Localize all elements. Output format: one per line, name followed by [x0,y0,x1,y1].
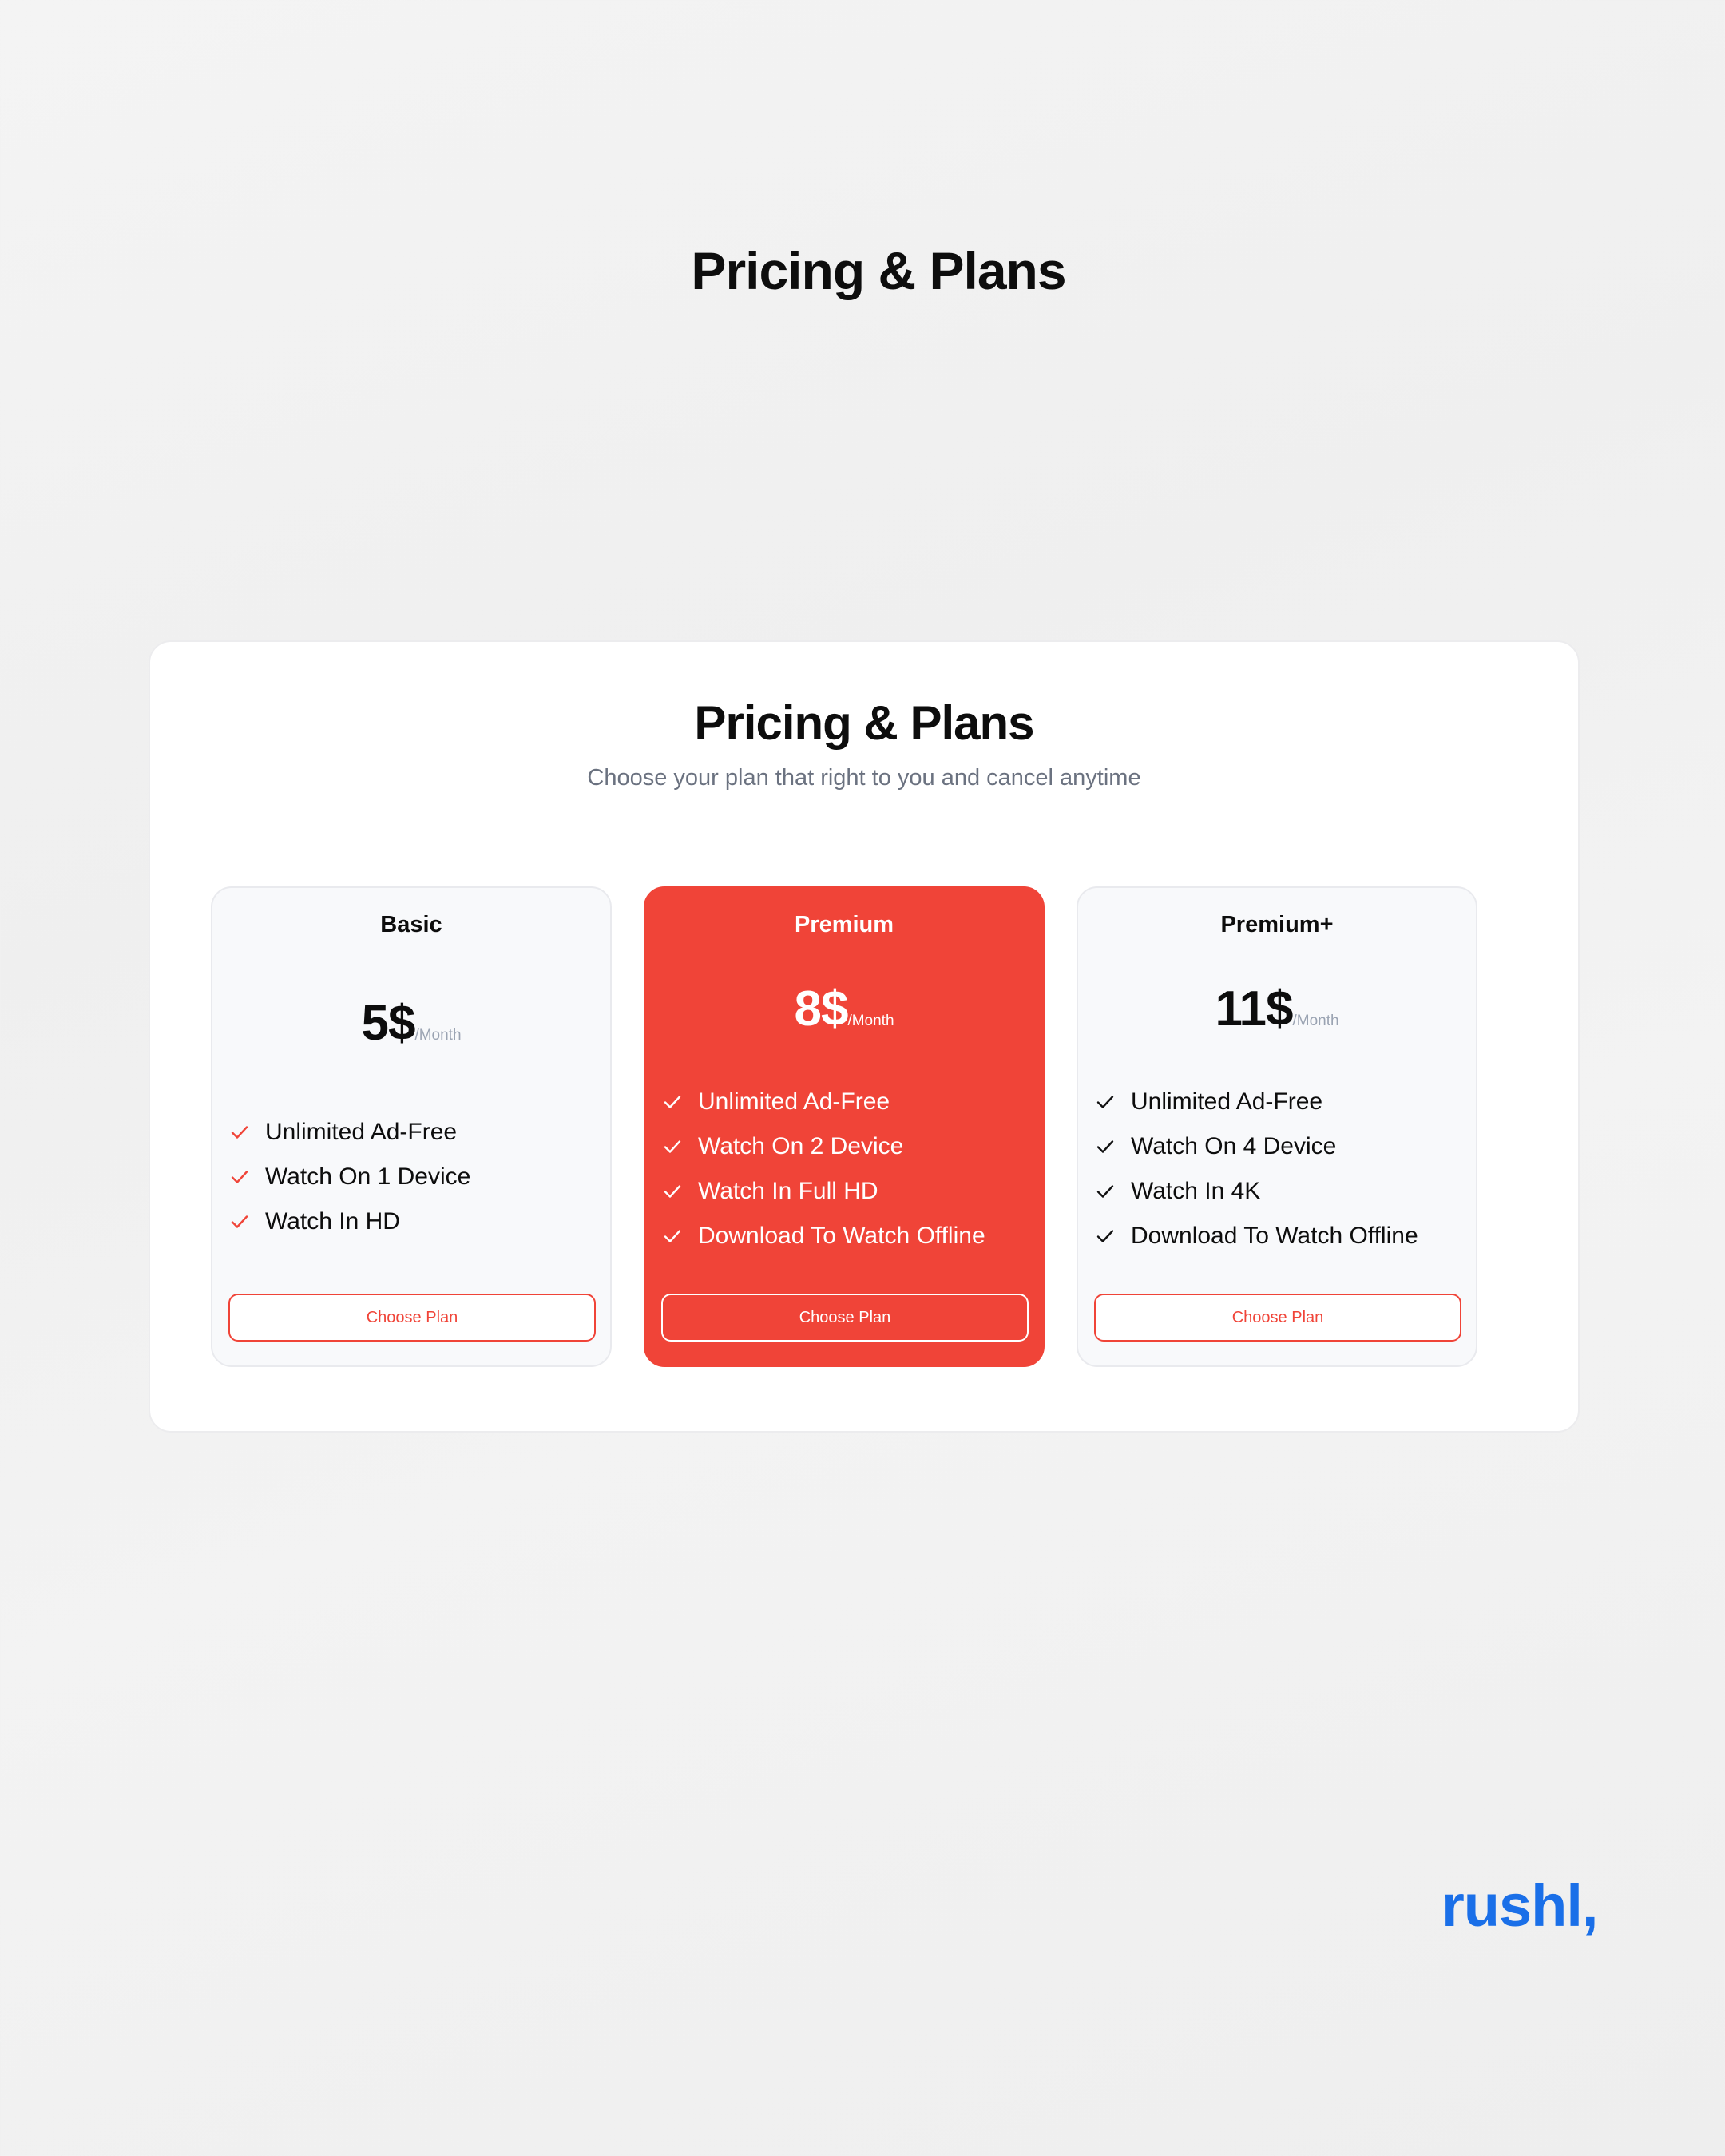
page-title: Pricing & Plans [691,241,1066,300]
feature-item: Watch On 4 Device [1096,1124,1418,1169]
price-period: /Month [1292,1013,1339,1029]
feature-list: Unlimited Ad-Free Watch On 2 Device Watc… [663,1080,985,1258]
feature-label: Unlimited Ad-Free [698,1088,890,1115]
feature-label: Unlimited Ad-Free [1131,1088,1323,1115]
feature-item: Unlimited Ad-Free [1096,1080,1418,1124]
plan-name: Basic [380,912,442,937]
price-period: /Month [847,1013,894,1029]
plan-card-premium: Premium 8$/Month Unlimited Ad-Free Watch… [644,886,1045,1367]
plan-price: 8$/Month [645,981,1043,1037]
feature-item: Watch On 1 Device [230,1155,470,1199]
feature-label: Download To Watch Offline [698,1223,985,1249]
choose-plan-button-basic[interactable]: Choose Plan [228,1294,596,1342]
check-icon [1096,1227,1115,1246]
feature-item: Watch In Full HD [663,1169,985,1214]
feature-item: Download To Watch Offline [663,1214,985,1258]
feature-label: Download To Watch Offline [1131,1223,1418,1249]
check-icon [230,1167,249,1187]
feature-label: Watch In HD [265,1208,400,1235]
panel-subtitle: Choose your plan that right to you and c… [587,765,1141,791]
check-icon [1096,1092,1115,1112]
feature-label: Watch In 4K [1131,1178,1261,1204]
plan-name: Premium [794,912,894,937]
check-icon [230,1212,249,1231]
feature-list: Unlimited Ad-Free Watch On 1 Device Watc… [230,1110,470,1244]
feature-label: Watch On 4 Device [1131,1133,1337,1159]
price-period: /Month [414,1027,462,1044]
feature-item: Download To Watch Offline [1096,1214,1418,1258]
check-icon [663,1182,682,1201]
check-icon [1096,1137,1115,1156]
pricing-panel: Pricing & Plans Choose your plan that ri… [149,640,1580,1433]
plan-card-premium-plus: Premium+ 11$/Month Unlimited Ad-Free Wat… [1077,886,1477,1367]
choose-plan-button-premium[interactable]: Choose Plan [661,1294,1029,1342]
check-icon [663,1227,682,1246]
price-amount: 11$ [1215,981,1293,1036]
plan-card-basic: Basic 5$/Month Unlimited Ad-Free Watch O… [211,886,612,1367]
feature-item: Watch On 2 Device [663,1124,985,1169]
feature-item: Unlimited Ad-Free [230,1110,470,1155]
plan-price: 11$/Month [1078,981,1476,1037]
panel-title: Pricing & Plans [694,696,1034,750]
check-icon [663,1092,682,1112]
check-icon [1096,1182,1115,1201]
brand-logo: rushl, [1441,1873,1598,1939]
feature-label: Watch On 2 Device [698,1133,904,1159]
feature-item: Watch In HD [230,1199,470,1244]
feature-label: Watch On 1 Device [265,1163,471,1190]
check-icon [663,1137,682,1156]
plan-price: 5$/Month [212,995,610,1052]
check-icon [230,1123,249,1142]
feature-label: Unlimited Ad-Free [265,1119,458,1145]
plan-name: Premium+ [1220,912,1334,937]
choose-plan-button-premium-plus[interactable]: Choose Plan [1094,1294,1461,1342]
feature-label: Watch In Full HD [698,1178,878,1204]
feature-item: Unlimited Ad-Free [663,1080,985,1124]
feature-list: Unlimited Ad-Free Watch On 4 Device Watc… [1096,1080,1418,1258]
price-amount: 5$ [361,996,415,1051]
feature-item: Watch In 4K [1096,1169,1418,1214]
price-amount: 8$ [794,981,848,1036]
